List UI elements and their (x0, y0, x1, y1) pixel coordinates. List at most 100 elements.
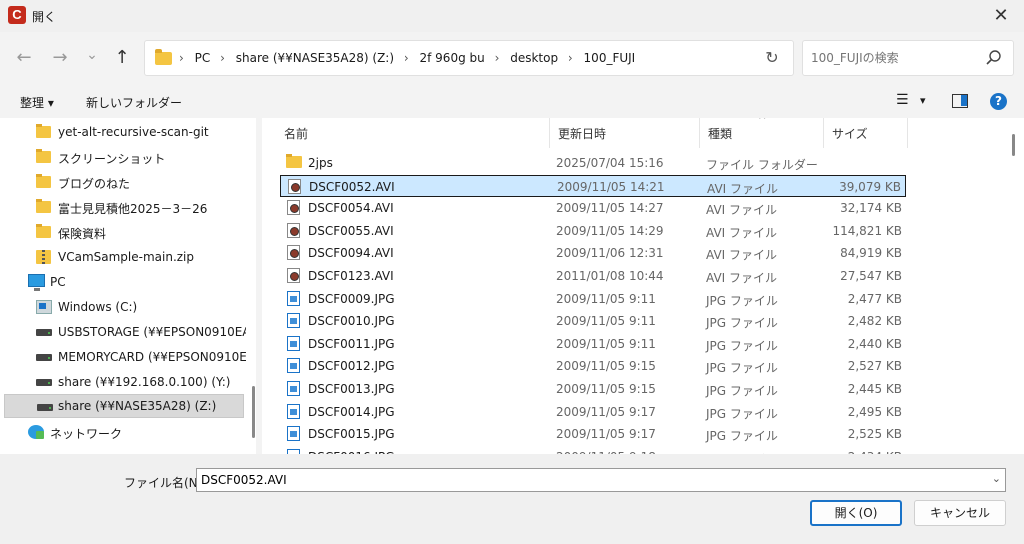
file-name: DSCF0010.JPG (308, 314, 395, 329)
tree-item[interactable]: share (¥¥192.168.0.100) (Y:) (0, 370, 246, 394)
filename-input[interactable] (201, 472, 971, 488)
breadcrumb-item[interactable]: 2f 960g bu (420, 51, 485, 65)
breadcrumb-item[interactable]: PC (195, 51, 211, 65)
folder-icon (36, 199, 51, 213)
address-bar[interactable]: › PC › share (¥¥NASE35A28) (Z:) › 2f 960… (144, 40, 794, 76)
file-row[interactable]: DSCF0010.JPG 2009/11/05 9:11 JPG ファイル 2,482… (280, 310, 906, 332)
file-row[interactable]: DSCF0014.JPG 2009/11/05 9:17 JPG ファイル 2,495… (280, 401, 906, 423)
tree-item-selected[interactable]: share (¥¥NASE35A28) (Z:) (4, 394, 244, 418)
column-header-name[interactable]: 名前 (276, 118, 550, 148)
view-options-icon[interactable]: ☰ (896, 92, 909, 108)
column-header-size[interactable]: サイズ (824, 118, 908, 148)
file-date: 2009/11/05 14:29 (556, 223, 664, 238)
file-row[interactable]: DSCF0012.JPG 2009/11/05 9:15 JPG ファイル 2,527… (280, 355, 906, 377)
file-date: 2025/07/04 15:16 (556, 156, 664, 170)
video-file-icon (287, 245, 300, 261)
file-type: AVI ファイル (706, 248, 778, 263)
preview-pane-icon[interactable] (952, 94, 968, 108)
back-button[interactable]: ← (12, 46, 36, 70)
recent-locations-button[interactable]: ⌄ (80, 43, 104, 67)
scrollbar-thumb[interactable] (1012, 134, 1015, 156)
help-icon[interactable]: ? (990, 93, 1007, 110)
app-icon: C (8, 6, 26, 24)
forward-button[interactable]: → (48, 46, 72, 70)
folder-icon (36, 224, 51, 238)
breadcrumb-item[interactable]: 100_FUJI (584, 51, 636, 65)
scrollbar-thumb[interactable] (252, 386, 255, 438)
refresh-button[interactable]: ↻ (761, 47, 783, 69)
open-button[interactable]: 開く(O) (810, 500, 902, 526)
video-file-icon (287, 222, 300, 238)
file-type: JPG ファイル (706, 293, 778, 308)
file-row[interactable]: DSCF0016.JPG2009/11/05 9:18JPG ファイル2,434… (280, 446, 906, 454)
file-list[interactable]: 名前 更新日時 種類 サイズ ^ 2jps 2025/07/04 15:16 ファイ… (262, 118, 1024, 454)
sort-indicator-icon: ^ (758, 118, 767, 126)
tree-item[interactable]: USBSTORAGE (¥¥EPSON0910EA) ( (0, 320, 246, 344)
file-type: AVI ファイル (706, 225, 778, 240)
tree-item[interactable]: ブログのねた (0, 170, 246, 194)
file-name: DSCF0014.JPG (308, 404, 395, 419)
file-date: 2011/01/08 10:44 (556, 269, 664, 283)
file-size: 114,821 KB (832, 223, 902, 238)
search-icon[interactable] (985, 49, 1003, 67)
view-dropdown-icon[interactable]: ▾ (920, 94, 926, 107)
file-list-scrollbar[interactable] (1012, 120, 1015, 450)
tree-item[interactable]: MEMORYCARD (¥¥EPSON0910EA) (0, 345, 246, 369)
file-type: JPG ファイル (706, 429, 778, 444)
folder-icon (36, 149, 51, 163)
file-name: DSCF0055.AVI (308, 223, 394, 238)
file-type: JPG ファイル (706, 338, 778, 353)
tree-item[interactable]: yet-alt-recursive-scan-git (0, 120, 246, 144)
tree-item-pc[interactable]: PC (0, 270, 246, 294)
navigation-pane[interactable]: yet-alt-recursive-scan-git スクリーンショット ブログ… (0, 118, 256, 454)
file-row[interactable]: DSCF0015.JPG 2009/11/05 9:17 JPG ファイル 2,525… (280, 423, 906, 445)
folder-icon (36, 124, 51, 138)
windows-drive-icon (36, 300, 52, 314)
tree-item[interactable]: スクリーンショット (0, 145, 246, 169)
file-row[interactable]: DSCF0011.JPG 2009/11/05 9:11 JPG ファイル 2,440… (280, 333, 906, 355)
zip-icon (36, 250, 51, 264)
organize-menu[interactable]: 整理 ▾ (20, 94, 54, 111)
tree-item[interactable]: VCamSample-main.zip (0, 245, 246, 269)
tree-item[interactable]: 保険資料 (0, 220, 246, 244)
file-name: DSCF0123.AVI (308, 269, 394, 283)
file-row[interactable]: DSCF0094.AVI 2009/11/06 12:31 AVI ファイル 84,9… (280, 242, 906, 264)
file-row-selected[interactable]: DSCF0052.AVI 2009/11/05 14:21 AVI ファイル 39,0… (280, 174, 906, 197)
file-name: DSCF0015.JPG (308, 427, 395, 442)
close-button[interactable]: ✕ (978, 0, 1024, 32)
network-drive-icon (36, 354, 52, 361)
file-row[interactable]: 2jps 2025/07/04 15:16 ファイル フォルダー (280, 152, 906, 174)
search-input[interactable] (811, 49, 981, 67)
breadcrumb-item[interactable]: desktop (510, 51, 558, 65)
network-drive-icon (36, 329, 52, 336)
filename-combobox[interactable]: ⌄ (196, 468, 1006, 492)
video-file-icon (287, 268, 300, 283)
file-size: 84,919 KB (840, 246, 902, 261)
file-row[interactable]: DSCF0123.AVI 2011/01/08 10:44 AVI ファイル 27,5… (280, 265, 906, 287)
network-icon (28, 425, 44, 439)
tree-item[interactable]: 富士見見積他2025－3－26 (0, 195, 246, 219)
title-bar: C 開く ✕ (0, 0, 1024, 32)
cancel-button[interactable]: キャンセル (914, 500, 1006, 526)
tree-item[interactable]: Windows (C:) (0, 295, 246, 319)
file-date: 2009/11/05 14:27 (556, 201, 664, 216)
file-type: JPG ファイル (706, 361, 778, 376)
file-size: 2,525 KB (847, 427, 902, 442)
up-button[interactable]: ↑ (110, 46, 134, 70)
tree-item-network[interactable]: ネットワーク (0, 420, 246, 444)
column-header-date[interactable]: 更新日時 (550, 118, 700, 148)
chevron-down-icon[interactable]: ⌄ (992, 472, 1001, 485)
file-row[interactable]: DSCF0013.JPG 2009/11/05 9:15 JPG ファイル 2,445… (280, 378, 906, 400)
dialog-footer: ファイル名(N): ⌄ 開く(O) キャンセル (0, 454, 1024, 544)
navigation-scrollbar[interactable] (252, 120, 255, 450)
file-row[interactable]: DSCF0055.AVI 2009/11/05 14:29 AVI ファイル 114,… (280, 220, 906, 242)
file-row[interactable]: DSCF0009.JPG 2009/11/05 9:11 JPG ファイル 2,477… (280, 288, 906, 310)
file-size: 32,174 KB (840, 201, 902, 216)
file-name: DSCF0054.AVI (308, 201, 394, 216)
file-name: 2jps (308, 156, 333, 170)
breadcrumb-item[interactable]: share (¥¥NASE35A28) (Z:) (236, 51, 394, 65)
new-folder-button[interactable]: 新しいフォルダー (86, 94, 182, 111)
folder-icon (36, 174, 51, 188)
file-row[interactable]: DSCF0054.AVI 2009/11/05 14:27 AVI ファイル 32,1… (280, 197, 906, 219)
search-box[interactable] (802, 40, 1014, 76)
